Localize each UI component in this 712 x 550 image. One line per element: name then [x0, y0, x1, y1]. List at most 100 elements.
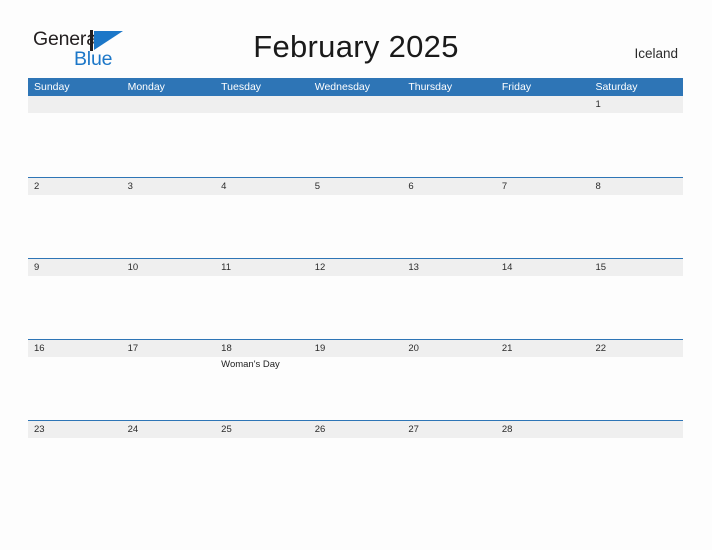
day-cell[interactable] — [402, 113, 496, 175]
week-date-band: 2345678 — [28, 178, 683, 195]
day-number[interactable]: 13 — [402, 259, 496, 276]
day-number[interactable]: 4 — [215, 178, 309, 195]
week-content-band — [28, 276, 683, 338]
locale-label: Iceland — [634, 46, 678, 61]
calendar-week-row: 16 17 18 19 20 21 22 Woman's Day — [28, 339, 683, 420]
day-number[interactable] — [309, 96, 403, 113]
week-content-band — [28, 113, 683, 175]
day-number[interactable] — [589, 421, 683, 438]
day-cell[interactable] — [28, 357, 122, 419]
day-number[interactable]: 23 — [28, 421, 122, 438]
day-cell[interactable] — [309, 357, 403, 419]
week-date-band: 16 17 18 19 20 21 22 — [28, 340, 683, 357]
day-cell[interactable] — [122, 113, 216, 175]
day-number[interactable]: 21 — [496, 340, 590, 357]
page-header: General Blue February 2025 Iceland — [0, 0, 712, 78]
day-cell[interactable] — [309, 195, 403, 257]
day-number[interactable]: 2 — [28, 178, 122, 195]
day-cell[interactable] — [496, 438, 590, 500]
day-number[interactable]: 9 — [28, 259, 122, 276]
day-number[interactable]: 6 — [402, 178, 496, 195]
day-number[interactable] — [215, 96, 309, 113]
day-cell[interactable] — [215, 276, 309, 338]
day-number[interactable]: 12 — [309, 259, 403, 276]
day-cell[interactable] — [496, 357, 590, 419]
day-number[interactable]: 27 — [402, 421, 496, 438]
day-number[interactable]: 11 — [215, 259, 309, 276]
day-cell[interactable] — [402, 195, 496, 257]
day-number[interactable]: 14 — [496, 259, 590, 276]
day-number[interactable]: 18 — [215, 340, 309, 357]
day-number[interactable]: 19 — [309, 340, 403, 357]
day-cell[interactable] — [28, 276, 122, 338]
weekday-header-saturday: Saturday — [595, 81, 638, 93]
day-cell[interactable] — [28, 113, 122, 175]
weekday-header-wednesday: Wednesday — [314, 81, 370, 93]
day-cell[interactable] — [402, 438, 496, 500]
weekday-header-thursday: Thursday — [408, 81, 453, 93]
day-cell[interactable]: Woman's Day — [215, 357, 309, 419]
week-content-band: Woman's Day — [28, 357, 683, 419]
calendar-week-row: 1 — [28, 96, 683, 177]
weekday-header-monday: Monday — [127, 81, 165, 93]
day-number[interactable] — [496, 96, 590, 113]
day-number[interactable]: 15 — [589, 259, 683, 276]
weekday-header-friday: Friday — [501, 81, 532, 93]
day-cell[interactable] — [122, 357, 216, 419]
day-cell[interactable] — [122, 276, 216, 338]
day-cell[interactable] — [589, 438, 683, 500]
day-number[interactable]: 24 — [122, 421, 216, 438]
day-cell[interactable] — [309, 276, 403, 338]
calendar-grid: Sunday Monday Tuesday Wednesday Thursday… — [28, 78, 683, 501]
weekday-header-row: Sunday Monday Tuesday Wednesday Thursday… — [28, 78, 683, 96]
calendar-page: General Blue February 2025 Iceland Sunda… — [0, 0, 712, 550]
day-cell[interactable] — [589, 113, 683, 175]
day-number[interactable]: 1 — [589, 96, 683, 113]
day-cell[interactable] — [309, 113, 403, 175]
day-number[interactable] — [28, 96, 122, 113]
calendar-weeks: 1 2 3 4 5 6 7 8 9 10 11 12 13 14 15 16 17 18 19 20 21 22 Woman… — [28, 96, 683, 501]
day-number[interactable]: 28 — [496, 421, 590, 438]
week-content-band — [28, 195, 683, 257]
day-cell[interactable] — [28, 438, 122, 500]
day-cell[interactable] — [589, 195, 683, 257]
day-cell[interactable] — [122, 195, 216, 257]
week-content-band — [28, 438, 683, 500]
calendar-week-row: 9 10 11 12 13 14 15 — [28, 258, 683, 339]
week-date-band: 1 — [28, 96, 683, 113]
day-cell[interactable] — [215, 438, 309, 500]
day-number[interactable]: 5 — [309, 178, 403, 195]
day-cell[interactable] — [589, 357, 683, 419]
day-number[interactable]: 25 — [215, 421, 309, 438]
day-number[interactable]: 16 — [28, 340, 122, 357]
calendar-week-row: 2345678 — [28, 177, 683, 258]
day-number[interactable] — [122, 96, 216, 113]
day-cell[interactable] — [589, 276, 683, 338]
day-cell[interactable] — [496, 113, 590, 175]
day-number[interactable]: 26 — [309, 421, 403, 438]
day-cell[interactable] — [28, 195, 122, 257]
day-number[interactable]: 7 — [496, 178, 590, 195]
day-event: Woman's Day — [221, 359, 280, 370]
day-cell[interactable] — [215, 113, 309, 175]
weekday-header-tuesday: Tuesday — [221, 81, 262, 93]
day-cell[interactable] — [122, 438, 216, 500]
day-number[interactable]: 8 — [589, 178, 683, 195]
calendar-week-row: 23 24 25 26 27 28 — [28, 420, 683, 501]
day-number[interactable]: 20 — [402, 340, 496, 357]
day-cell[interactable] — [496, 276, 590, 338]
week-date-band: 23 24 25 26 27 28 — [28, 421, 683, 438]
day-number[interactable]: 3 — [122, 178, 216, 195]
day-cell[interactable] — [496, 195, 590, 257]
weekday-header-sunday: Sunday — [34, 81, 70, 93]
day-number[interactable]: 17 — [122, 340, 216, 357]
day-number[interactable]: 22 — [589, 340, 683, 357]
page-title: February 2025 — [253, 29, 459, 64]
day-cell[interactable] — [402, 357, 496, 419]
day-number[interactable]: 10 — [122, 259, 216, 276]
week-date-band: 9 10 11 12 13 14 15 — [28, 259, 683, 276]
day-number[interactable] — [402, 96, 496, 113]
day-cell[interactable] — [402, 276, 496, 338]
day-cell[interactable] — [309, 438, 403, 500]
day-cell[interactable] — [215, 195, 309, 257]
